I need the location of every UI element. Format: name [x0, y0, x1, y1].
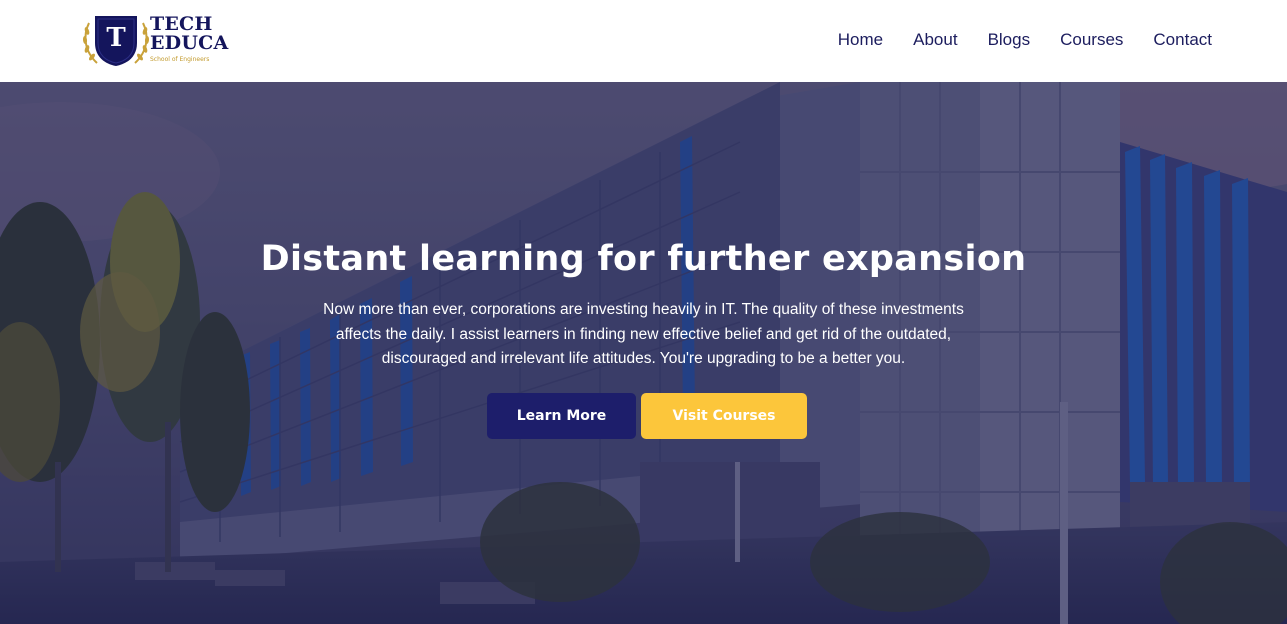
main-nav: Home About Blogs Courses Contact — [808, 29, 1212, 51]
nav-link-about[interactable]: About — [913, 29, 957, 51]
emblem-letter: T — [106, 23, 126, 53]
hero-section: Distant learning for further expansion N… — [0, 82, 1287, 624]
nav-link-blogs[interactable]: Blogs — [988, 29, 1031, 51]
hero-title: Distant learning for further expansion — [260, 239, 1027, 279]
nav-link-contact[interactable]: Contact — [1153, 29, 1212, 51]
hero-description: Now more than ever, corporations are inv… — [323, 301, 964, 367]
brand-tagline: School of Engineers — [150, 56, 210, 63]
brand-logo[interactable]: T TECH EDUCA School of Engineers — [81, 13, 231, 68]
visit-courses-button[interactable]: Visit Courses — [641, 393, 807, 439]
site-header: T TECH EDUCA School of Engineers Home Ab… — [0, 0, 1287, 82]
nav-link-home[interactable]: Home — [838, 29, 883, 51]
nav-link-courses[interactable]: Courses — [1060, 29, 1123, 51]
brand-name-line2: EDUCA — [150, 32, 229, 54]
learn-more-button[interactable]: Learn More — [487, 393, 636, 439]
brand-name-line1: TECH — [150, 13, 213, 35]
